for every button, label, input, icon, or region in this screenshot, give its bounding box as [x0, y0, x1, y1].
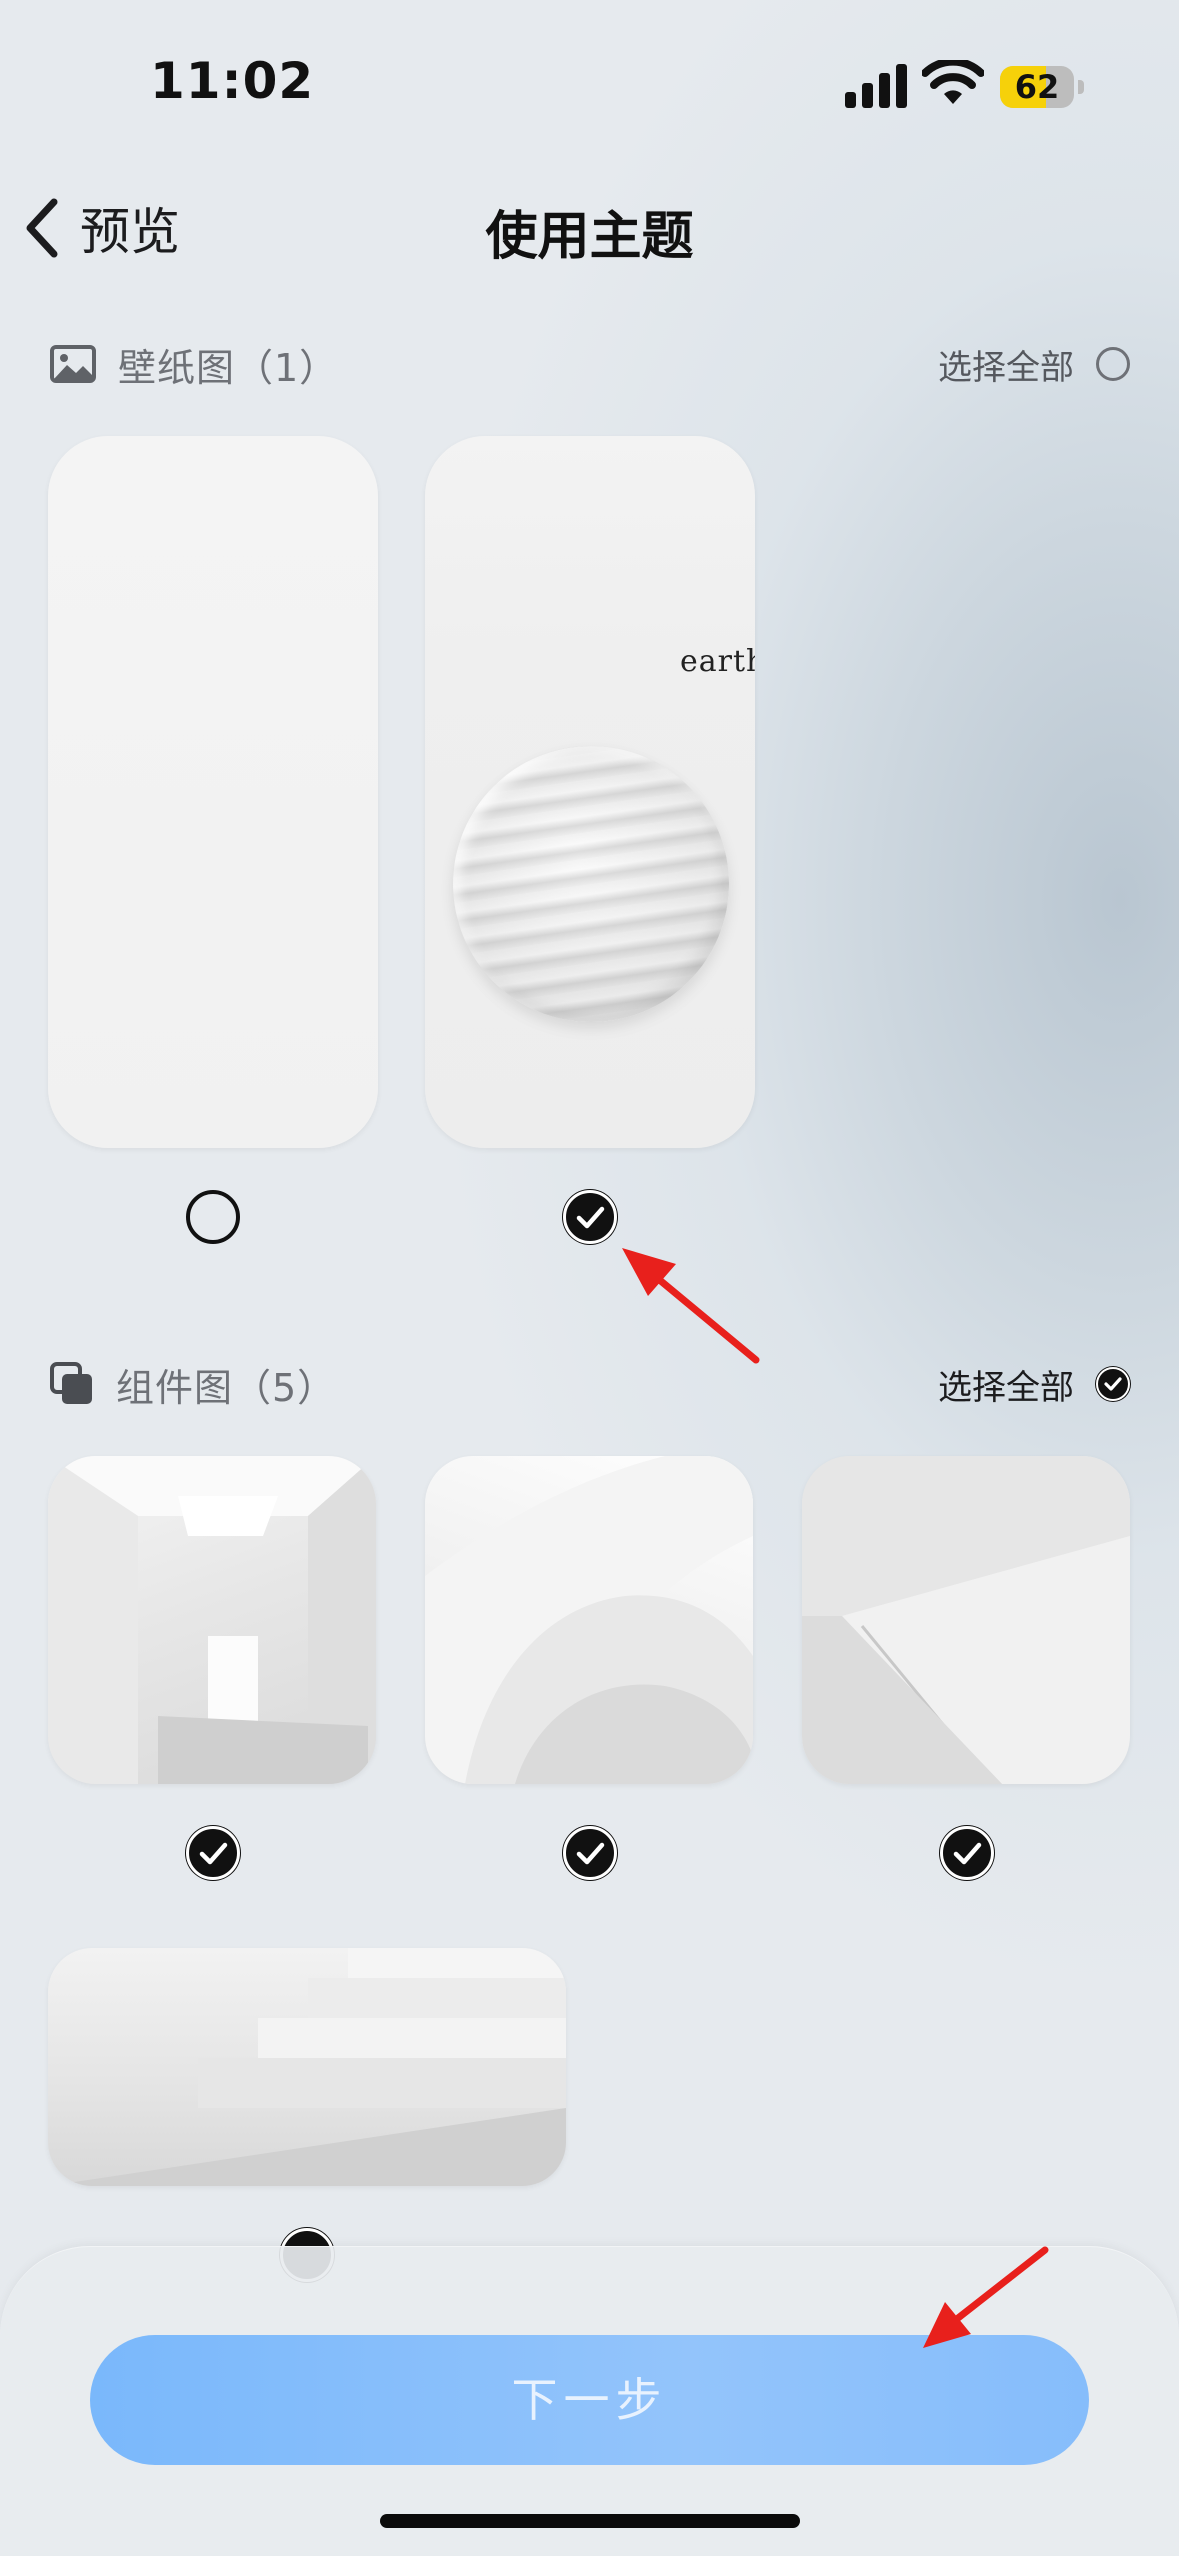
status-time: 11:02 — [150, 52, 315, 110]
checkmark-icon — [199, 1842, 228, 1865]
widget-section-label: 组件图（5） — [116, 1365, 337, 1410]
wallpaper-moon-graphic — [453, 746, 729, 1022]
cellular-signal-icon — [845, 64, 907, 108]
wallpaper-section-label: 壁纸图（1） — [118, 345, 339, 390]
widget-thumbnail-2[interactable] — [425, 1456, 753, 1784]
page-title: 使用主题 — [485, 207, 694, 267]
widget-1-radio[interactable] — [186, 1826, 240, 1880]
annotation-arrow-icon — [622, 1248, 760, 1364]
annotation-arrow-icon — [923, 2246, 1049, 2348]
widget-stairs-graphic — [802, 1456, 1130, 1784]
checkmark-icon — [953, 1842, 982, 1865]
layers-icon — [50, 1362, 92, 1404]
widget-steps-graphic — [48, 1948, 566, 2186]
checkmark-icon — [576, 1842, 605, 1865]
widget-section-header: 组件图（5） 选择全部 — [50, 1354, 1130, 1414]
image-icon — [50, 345, 96, 383]
widget-thumbnail-1[interactable] — [48, 1456, 376, 1784]
wallpaper-select-all-radio[interactable] — [1096, 347, 1130, 381]
widget-room-graphic — [48, 1456, 376, 1784]
wifi-icon — [922, 60, 984, 104]
wallpaper-section-header: 壁纸图（1） 选择全部 — [50, 334, 1130, 394]
battery-indicator: 62 — [1000, 66, 1084, 108]
checkmark-icon — [1104, 1377, 1122, 1391]
widget-curve-graphic — [425, 1456, 753, 1784]
wallpaper-thumbnail-1[interactable] — [48, 436, 378, 1148]
wallpaper-1-radio[interactable] — [186, 1190, 240, 1244]
home-indicator — [380, 2514, 800, 2528]
widget-3-radio[interactable] — [940, 1826, 994, 1880]
widget-select-all-label[interactable]: 选择全部 — [938, 1360, 1074, 1409]
widget-thumbnail-4[interactable] — [48, 1948, 566, 2186]
battery-level: 62 — [1014, 68, 1060, 106]
wallpaper-thumbnail-2[interactable]: earth — [425, 436, 755, 1148]
wallpaper-caption: earth — [680, 644, 755, 679]
widget-select-all-radio[interactable] — [1096, 1367, 1130, 1401]
wallpaper-select-all-label[interactable]: 选择全部 — [938, 340, 1074, 389]
widget-2-radio[interactable] — [563, 1826, 617, 1880]
widget-thumbnail-3[interactable] — [802, 1456, 1130, 1784]
